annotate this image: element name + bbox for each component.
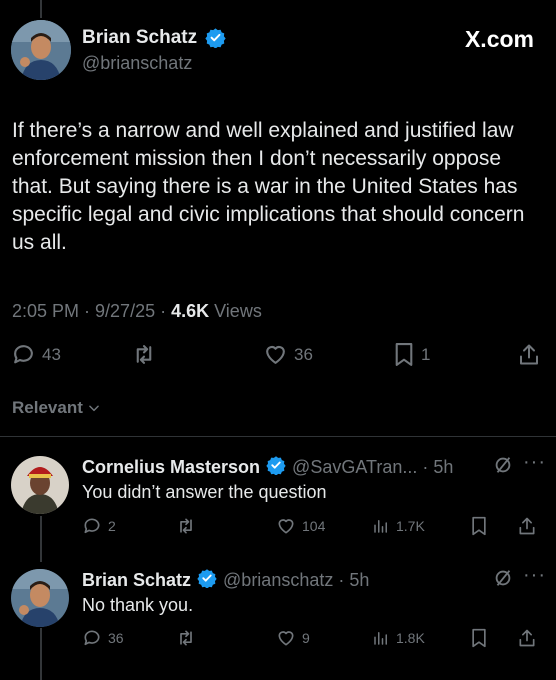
bookmark-button[interactable] [470, 628, 488, 648]
like-button[interactable]: 36 [263, 342, 313, 367]
reply-header: Cornelius Masterson @SavGATran... · 5h [82, 455, 453, 480]
sort-relevant-dropdown[interactable]: Relevant [12, 398, 101, 418]
reply-icon [84, 630, 100, 646]
views-count: 4.6K [171, 301, 210, 321]
share-button[interactable] [517, 342, 541, 367]
divider [0, 436, 556, 437]
reply-avatar[interactable] [11, 569, 69, 627]
bar-chart-icon [374, 632, 387, 645]
grok-icon[interactable] [492, 567, 514, 594]
like-count: 9 [302, 630, 310, 646]
reply-author-name[interactable]: Cornelius Masterson [82, 457, 260, 478]
verified-badge-icon [266, 455, 286, 480]
bookmark-button[interactable] [470, 516, 488, 536]
sort-label: Relevant [12, 398, 83, 417]
chevron-down-icon [89, 405, 99, 412]
bookmark-icon [472, 628, 486, 648]
share-button[interactable] [517, 516, 537, 536]
author-handle[interactable]: @brianschatz [82, 53, 192, 74]
heart-icon [278, 519, 294, 534]
views-label: Views [209, 301, 262, 321]
reply-count: 2 [108, 518, 116, 534]
avatar[interactable] [11, 20, 71, 80]
tweet-meta: 2:05 PM · 9/27/25 · 4.6K Views [12, 301, 262, 322]
reply-avatar[interactable] [11, 456, 69, 514]
reply-author-handle[interactable]: @brianschatz · 5h [223, 570, 369, 591]
tweet-time[interactable]: 2:05 PM · 9/27/25 · [12, 301, 171, 321]
bookmark-count: 1 [421, 344, 431, 364]
reply-button[interactable]: 36 [82, 628, 124, 648]
reply-author-handle[interactable]: @SavGATran... · 5h [292, 457, 453, 478]
repost-icon [180, 518, 192, 534]
repost-icon [136, 345, 152, 364]
thread-line-bottom [40, 628, 42, 680]
reply-icon [14, 345, 33, 364]
reply-text: No thank you. [82, 595, 194, 615]
repost-button[interactable] [176, 628, 196, 648]
reply-author-name[interactable]: Brian Schatz [82, 570, 191, 591]
like-button[interactable]: 104 [276, 516, 325, 536]
bookmark-icon [472, 516, 486, 536]
tweet-text: If there’s a narrow and well explained a… [12, 119, 525, 254]
reply-count: 43 [42, 344, 61, 364]
like-button[interactable]: 9 [276, 628, 310, 648]
thread-line-top [40, 0, 42, 18]
views-button[interactable]: 1.8K [372, 628, 425, 648]
view-count: 1.8K [396, 630, 425, 646]
share-icon [519, 629, 535, 647]
reply-text: You didn’t answer the question [82, 482, 327, 502]
thread-line-reply [40, 516, 42, 562]
repost-button[interactable] [176, 516, 196, 536]
more-options-icon[interactable]: ··· [523, 451, 546, 474]
share-button[interactable] [517, 628, 537, 648]
reply-header: Brian Schatz @brianschatz · 5h [82, 568, 369, 593]
reply-button[interactable]: 2 [82, 516, 116, 536]
share-icon [520, 344, 538, 365]
heart-icon [266, 346, 285, 364]
more-options-icon[interactable]: ··· [523, 564, 546, 587]
reply-button[interactable]: 43 [11, 342, 61, 367]
bookmark-button[interactable]: 1 [393, 342, 430, 367]
author-name[interactable]: Brian Schatz [82, 27, 197, 49]
views-button[interactable]: 1.7K [372, 516, 425, 536]
verified-badge-icon [205, 27, 226, 53]
reply-count: 36 [108, 630, 124, 646]
bookmark-icon [395, 343, 413, 366]
heart-icon [278, 631, 294, 646]
verified-badge-icon [197, 568, 217, 593]
repost-icon [180, 630, 192, 646]
repost-button[interactable] [131, 342, 157, 367]
view-count: 1.7K [396, 518, 425, 534]
site-label: X.com [464, 26, 534, 52]
reply-icon [84, 518, 100, 534]
like-count: 104 [302, 518, 326, 534]
share-icon [519, 517, 535, 535]
like-count: 36 [294, 344, 313, 364]
bar-chart-icon [374, 520, 387, 533]
grok-icon[interactable] [492, 454, 514, 481]
